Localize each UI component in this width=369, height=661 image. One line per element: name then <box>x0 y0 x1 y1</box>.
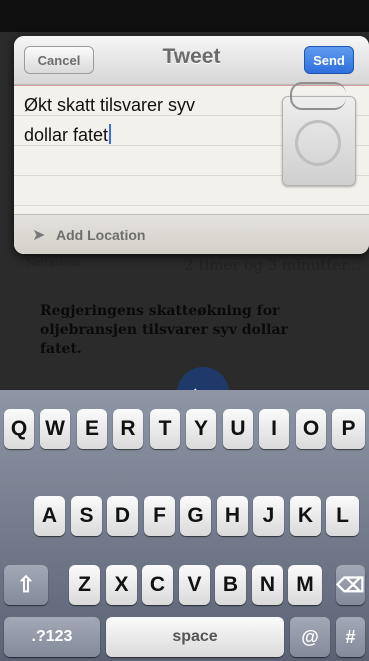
key-d[interactable]: D <box>107 496 138 536</box>
delete-key[interactable]: ⌫ <box>336 565 365 605</box>
key-c[interactable]: C <box>142 565 173 605</box>
add-location-label: Add Location <box>56 227 146 243</box>
text-cursor <box>109 124 112 144</box>
key-g[interactable]: G <box>180 496 211 536</box>
location-arrow-icon: ➤ <box>32 227 46 244</box>
key-b[interactable]: B <box>215 565 246 605</box>
key-k[interactable]: K <box>290 496 321 536</box>
key-n[interactable]: N <box>252 565 283 605</box>
key-x[interactable]: X <box>106 565 137 605</box>
key-j[interactable]: J <box>253 496 284 536</box>
key-v[interactable]: V <box>179 565 210 605</box>
key-i[interactable]: I <box>259 409 289 449</box>
key-y[interactable]: Y <box>186 409 216 449</box>
paperclip-icon <box>290 82 346 110</box>
tweet-sheet: Cancel Tweet Send Økt skatt tilsvarer sy… <box>14 36 369 254</box>
key-s[interactable]: S <box>71 496 102 536</box>
article-time: 2 timer og 3 minutter... <box>184 256 361 274</box>
key-l[interactable]: L <box>326 496 359 536</box>
key-e[interactable]: E <box>77 409 107 449</box>
numbers-key[interactable]: .?123 <box>4 617 100 657</box>
key-m[interactable]: M <box>288 565 322 605</box>
keyboard: Q W E R T Y U I O P A S D F G H J K L ⇧ … <box>0 390 369 661</box>
article-source: Nettavisen <box>26 258 82 269</box>
key-p[interactable]: P <box>332 409 365 449</box>
sheet-header: Cancel Tweet Send <box>14 36 369 85</box>
key-q[interactable]: Q <box>4 409 34 449</box>
space-key[interactable]: space <box>106 617 284 657</box>
key-o[interactable]: O <box>296 409 326 449</box>
key-z[interactable]: Z <box>69 565 100 605</box>
tweet-text-line1: Økt skatt tilsvarer syv <box>24 95 196 115</box>
key-h[interactable]: H <box>217 496 248 536</box>
compass-icon <box>295 120 341 166</box>
status-bar <box>0 0 369 32</box>
key-w[interactable]: W <box>40 409 70 449</box>
hash-key[interactable]: # <box>336 617 365 657</box>
key-t[interactable]: T <box>150 409 180 449</box>
key-u[interactable]: U <box>223 409 253 449</box>
at-key[interactable]: @ <box>290 617 330 657</box>
key-f[interactable]: F <box>144 496 175 536</box>
shift-key[interactable]: ⇧ <box>4 565 48 605</box>
shift-icon: ⇧ <box>16 572 36 597</box>
article-headline: Regjeringens skatteøkning for oljebransj… <box>40 303 288 357</box>
location-bar[interactable]: ➤ Add Location <box>14 214 369 254</box>
key-r[interactable]: R <box>113 409 143 449</box>
delete-icon: ⌫ <box>336 574 365 597</box>
key-a[interactable]: A <box>34 496 65 536</box>
send-button[interactable]: Send <box>304 46 354 74</box>
tweet-text-field[interactable]: Økt skatt tilsvarer syv dollar fatet <box>24 90 264 150</box>
tweet-text-line2: dollar fatet <box>24 125 109 145</box>
